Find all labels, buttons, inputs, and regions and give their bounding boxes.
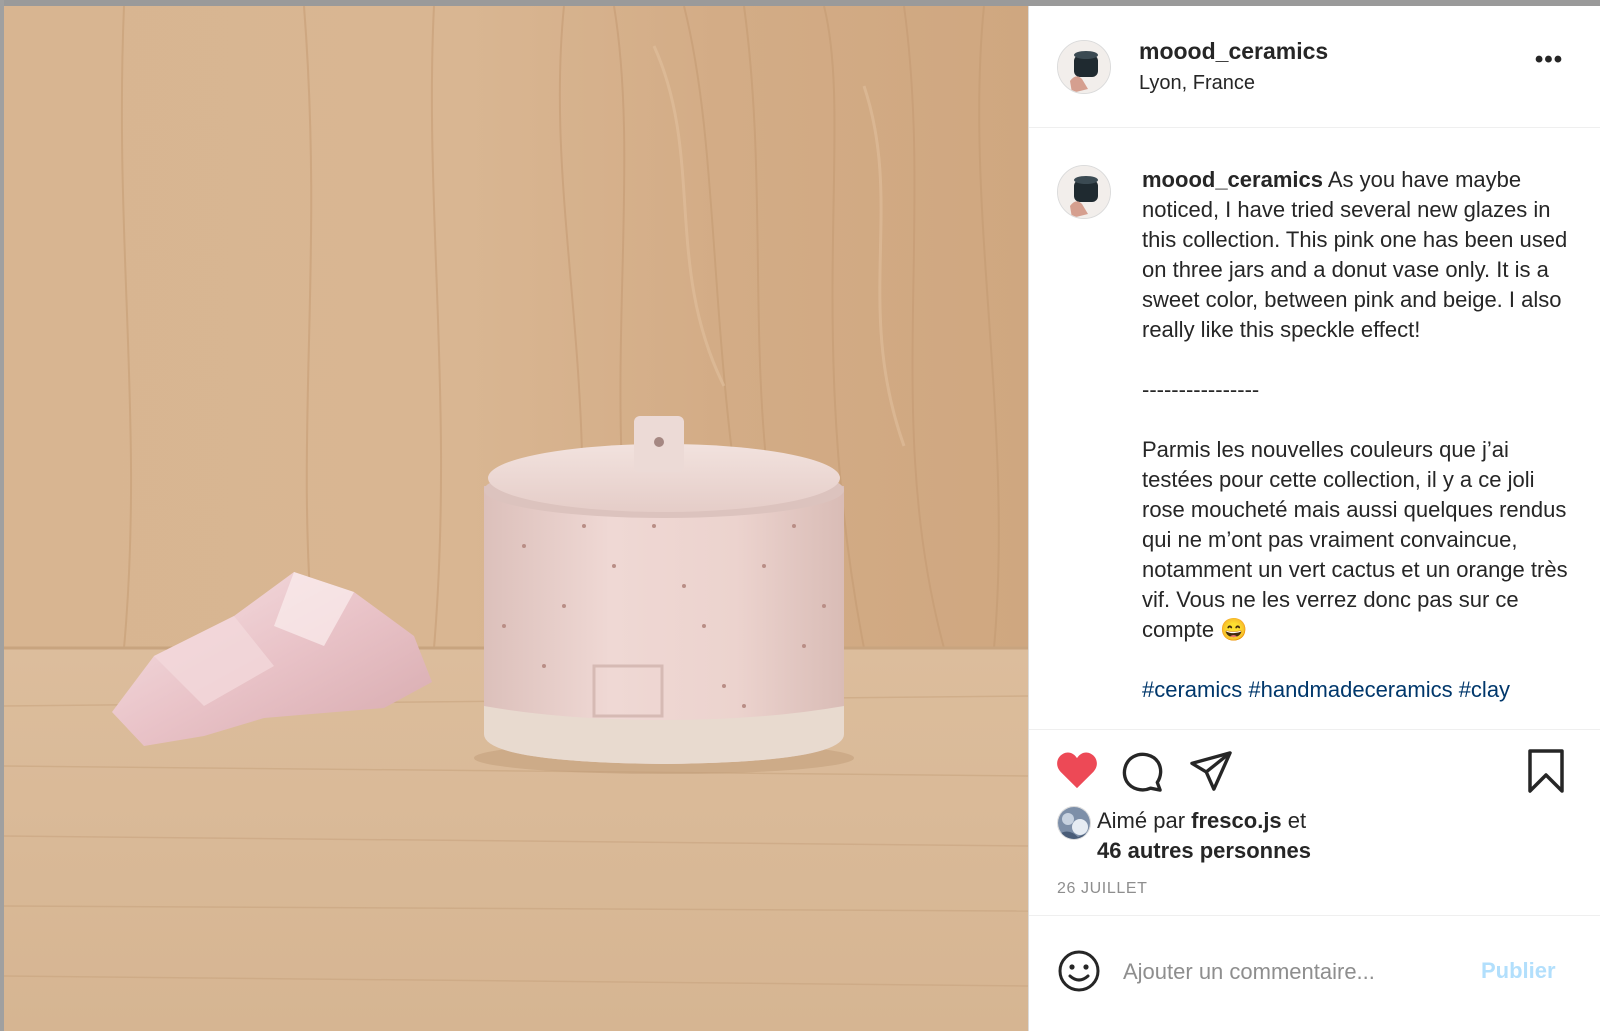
likes-conjunction: et bbox=[1287, 808, 1307, 833]
post-username[interactable]: moood_ceramics bbox=[1139, 38, 1328, 65]
publish-button[interactable]: Publier bbox=[1481, 958, 1556, 984]
caption-separator: ---------------- bbox=[1142, 377, 1260, 402]
post-date[interactable]: 26 JUILLET bbox=[1057, 880, 1147, 898]
comment-input[interactable] bbox=[1123, 952, 1463, 992]
likes-prefix: Aimé par bbox=[1097, 808, 1186, 833]
liker-avatar-image bbox=[1058, 807, 1090, 839]
avatar-image bbox=[1058, 41, 1110, 93]
caption-text: moood_ceramics As you have maybe noticed… bbox=[1142, 165, 1582, 705]
post-location[interactable]: Lyon, France bbox=[1139, 72, 1255, 95]
comment-composer: Publier bbox=[1029, 915, 1600, 1031]
share-icon[interactable] bbox=[1189, 750, 1233, 792]
likes-summary: Aimé par fresco.js et 46 autres personne… bbox=[1097, 806, 1311, 866]
post-side-panel: moood_ceramics Lyon, France ••• moood_ce… bbox=[1028, 6, 1600, 1031]
profile-avatar[interactable] bbox=[1057, 40, 1111, 94]
more-options-icon[interactable]: ••• bbox=[1529, 48, 1569, 80]
instagram-post-window: moood_ceramics Lyon, France ••• moood_ce… bbox=[0, 0, 1600, 1031]
post-header: moood_ceramics Lyon, France ••• bbox=[1029, 6, 1600, 128]
post-photo[interactable] bbox=[4, 6, 1028, 1031]
caption-paragraph-english: As you have maybe noticed, I have tried … bbox=[1142, 167, 1568, 342]
comment-icon[interactable] bbox=[1121, 750, 1163, 792]
heart-icon[interactable] bbox=[1055, 750, 1099, 790]
caption-paragraph-french: Parmis les nouvelles couleurs que j’ai t… bbox=[1142, 437, 1568, 642]
caption-hashtags[interactable]: #ceramics #handmadeceramics #clay bbox=[1142, 675, 1582, 705]
ceramic-jar-photo bbox=[4, 6, 1028, 1031]
likes-others[interactable]: 46 autres personnes bbox=[1097, 838, 1311, 863]
caption-username[interactable]: moood_ceramics bbox=[1142, 167, 1323, 192]
emoji-icon[interactable] bbox=[1057, 949, 1101, 993]
caption-section: moood_ceramics As you have maybe noticed… bbox=[1029, 129, 1600, 729]
avatar-image bbox=[1058, 166, 1110, 218]
bookmark-icon[interactable] bbox=[1526, 748, 1566, 794]
likes-user[interactable]: fresco.js bbox=[1191, 808, 1282, 833]
liker-avatar[interactable] bbox=[1057, 806, 1091, 840]
caption-avatar[interactable] bbox=[1057, 165, 1111, 219]
